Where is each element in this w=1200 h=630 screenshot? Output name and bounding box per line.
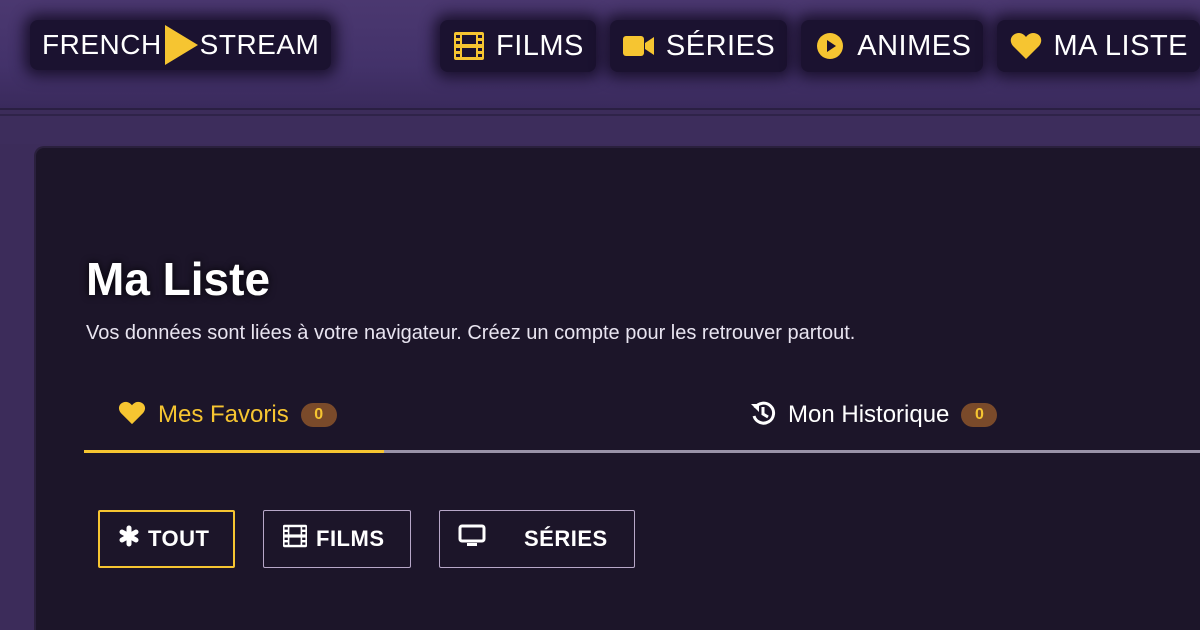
site-logo[interactable]: FRENCH STREAM (30, 20, 332, 70)
play-circle-icon (813, 29, 847, 63)
nav-item-animes[interactable]: ANIMES (801, 20, 984, 72)
nav-label-films: FILMS (495, 29, 584, 62)
asterisk-icon (118, 525, 140, 553)
tab-history[interactable]: Mon Historique 0 (750, 380, 1050, 450)
page-title: Ma Liste (86, 253, 271, 305)
heart-icon (1009, 29, 1043, 63)
filter-all-button[interactable]: TOUT (98, 510, 235, 568)
filter-all-label: TOUT (148, 526, 210, 551)
video-camera-icon (622, 29, 656, 63)
logo-text-right: STREAM (199, 29, 320, 60)
history-icon (750, 400, 776, 431)
nav-label-series: SÉRIES (665, 29, 776, 62)
tab-favorites-label: Mes Favoris (158, 401, 289, 428)
main-nav: FILMS SÉRIES ANIMES MA LISTE (426, 20, 1200, 72)
list-tabs: Mes Favoris 0 Mon Historique 0 (84, 380, 1200, 454)
nav-item-series[interactable]: SÉRIES (609, 20, 788, 72)
favorites-count-badge: 0 (300, 403, 337, 427)
filter-series-button[interactable]: SÉRIES (439, 510, 635, 568)
header-divider-strip (0, 114, 1200, 144)
filter-series-label: SÉRIES (524, 526, 608, 551)
logo-text-left: FRENCH (42, 29, 162, 60)
history-count-badge: 0 (961, 403, 998, 427)
nav-item-films[interactable]: FILMS (439, 20, 596, 72)
filter-films-button[interactable]: FILMS (263, 510, 411, 568)
page-subtitle: Vos données sont liées à votre navigateu… (86, 322, 856, 344)
film-icon (452, 29, 486, 63)
nav-item-ma-liste[interactable]: MA LISTE (997, 20, 1200, 72)
film-icon (282, 524, 308, 554)
filter-films-label: FILMS (316, 526, 385, 551)
heart-icon (118, 401, 146, 430)
tv-icon (458, 524, 486, 554)
nav-label-ma-liste: MA LISTE (1053, 29, 1188, 62)
nav-label-animes: ANIMES (857, 29, 972, 62)
top-navigation: FRENCH STREAM FILMS SÉRIES ANIMES MA LIS… (0, 0, 1200, 110)
tab-history-label: Mon Historique (788, 401, 950, 428)
play-triangle-icon (162, 23, 200, 67)
tab-favorites[interactable]: Mes Favoris 0 (84, 380, 384, 450)
main-panel: Ma Liste Vos données sont liées à votre … (34, 146, 1200, 630)
active-tab-indicator (84, 450, 384, 453)
page: FRENCH STREAM FILMS SÉRIES ANIMES MA LIS… (0, 0, 1200, 630)
